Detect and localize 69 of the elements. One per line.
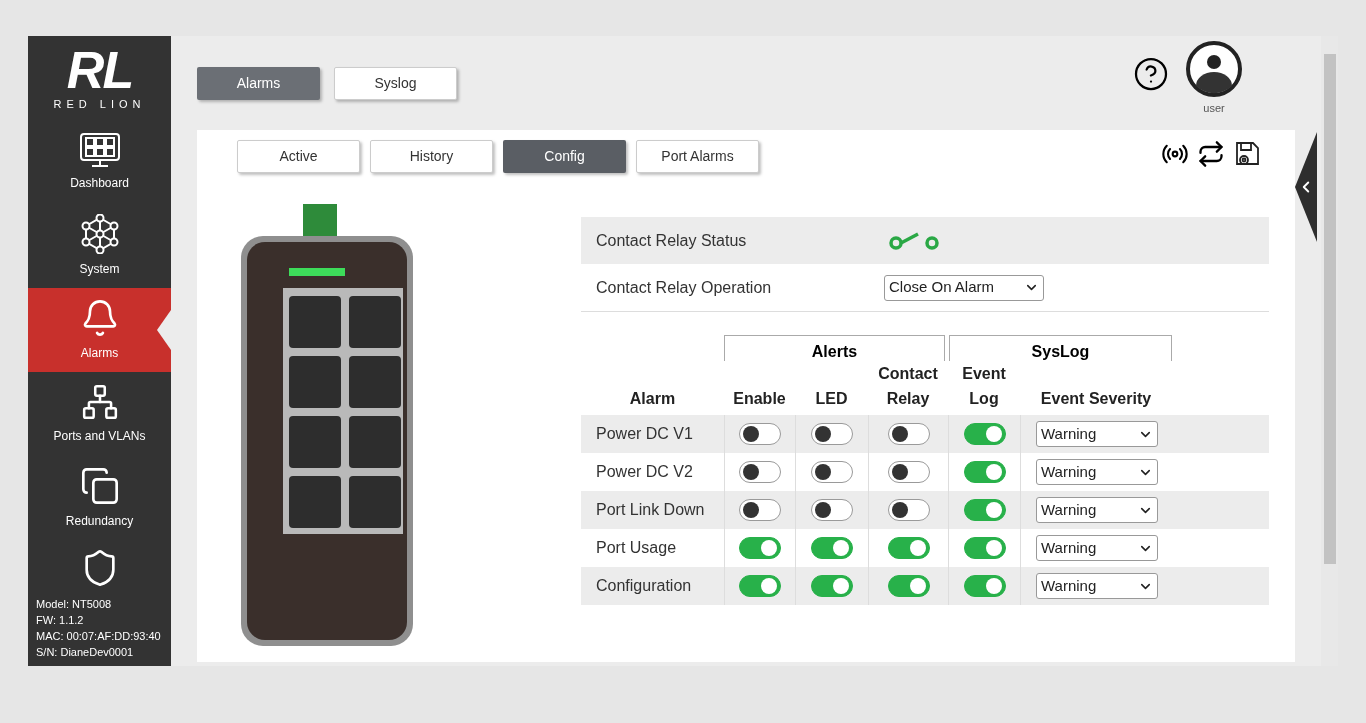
- logo-wordmark: RED LION: [53, 96, 146, 112]
- severity-select[interactable]: Warning: [1036, 573, 1158, 599]
- toggle-switch[interactable]: [811, 461, 853, 483]
- toggle-switch[interactable]: [739, 499, 781, 521]
- relay-contact-icon: [888, 230, 940, 251]
- save-settings-icon[interactable]: [1233, 140, 1261, 168]
- column-header: Contact Relay: [877, 364, 939, 409]
- alarm-name: Port Link Down: [595, 500, 706, 520]
- alarm-name: Power DC V2: [595, 462, 694, 482]
- device-info-text: FW: 1.1.2: [36, 613, 85, 628]
- alarm-name: Power DC V1: [595, 424, 694, 444]
- device-info-text: MAC: 00:07:AF:DD:93:40: [36, 629, 162, 644]
- column-header: Event Log: [961, 364, 1007, 409]
- user-name: user: [1203, 101, 1225, 116]
- tab[interactable]: Alarms: [197, 67, 320, 100]
- toggle-switch[interactable]: [963, 537, 1006, 559]
- severity-select[interactable]: Warning: [1036, 497, 1158, 523]
- tab[interactable]: Active: [237, 140, 360, 173]
- logo-mark: RL: [66, 43, 133, 96]
- help-icon[interactable]: [1133, 56, 1169, 92]
- severity-select[interactable]: Warning: [1036, 421, 1158, 447]
- dashboard-icon: [77, 132, 122, 168]
- tab[interactable]: History: [370, 140, 493, 173]
- toggle-switch[interactable]: [887, 575, 930, 597]
- network-nodes-icon: [79, 214, 120, 254]
- alarm-name: Port Usage: [595, 538, 678, 558]
- field-label: Contact Relay Status: [595, 230, 748, 251]
- selection-notch: [157, 310, 171, 350]
- column-header: Alarm: [628, 389, 677, 409]
- toggle-switch[interactable]: [811, 537, 853, 559]
- toggle-switch[interactable]: [739, 423, 781, 445]
- toggle-switch[interactable]: [739, 537, 781, 559]
- column-header: Event Severity: [1039, 389, 1153, 409]
- severity-select[interactable]: Warning: [1036, 459, 1158, 485]
- toggle-switch[interactable]: [739, 461, 781, 483]
- toggle-switch[interactable]: [811, 575, 853, 597]
- toggle-switch[interactable]: [811, 499, 853, 521]
- tab[interactable]: Syslog: [334, 67, 457, 100]
- toggle-switch[interactable]: [963, 423, 1006, 445]
- toggle-switch[interactable]: [887, 537, 930, 559]
- toggle-switch[interactable]: [887, 423, 930, 445]
- nav-item[interactable]: System: [28, 204, 171, 288]
- toggle-switch[interactable]: [811, 423, 853, 445]
- user-avatar-icon[interactable]: [1185, 40, 1243, 98]
- toggle-switch[interactable]: [963, 575, 1006, 597]
- relay-operation-select[interactable]: Close On Alarm: [884, 274, 1044, 301]
- toggle-switch[interactable]: [963, 461, 1006, 483]
- toggle-switch[interactable]: [887, 461, 930, 483]
- nav-item[interactable]: Alarms: [28, 288, 171, 372]
- network-icon: [80, 383, 119, 421]
- tab[interactable]: Config: [503, 140, 626, 173]
- field-label: Contact Relay Operation: [595, 277, 773, 298]
- severity-select[interactable]: Warning: [1036, 535, 1158, 561]
- column-group-header: SysLog: [949, 335, 1172, 361]
- toggle-switch[interactable]: [739, 575, 781, 597]
- toggle-switch[interactable]: [887, 499, 930, 521]
- nav-item[interactable]: Redundancy: [28, 456, 171, 540]
- column-header: LED: [814, 389, 849, 409]
- nav-item[interactable]: Dashboard: [28, 120, 171, 204]
- stacked-windows-icon: [79, 466, 120, 506]
- device-info-text: S/N: DianeDev0001: [36, 645, 135, 660]
- nav-item[interactable]: Ports and VLANs: [28, 372, 171, 456]
- repeat-icon[interactable]: [1197, 140, 1225, 168]
- toggle-switch[interactable]: [963, 499, 1006, 521]
- column-group-header: Alerts: [724, 335, 945, 361]
- tab[interactable]: Port Alarms: [636, 140, 759, 173]
- column-header: Enable: [732, 389, 787, 409]
- device-info-text: Model: NT5008: [36, 597, 113, 612]
- alarm-name: Configuration: [595, 576, 693, 596]
